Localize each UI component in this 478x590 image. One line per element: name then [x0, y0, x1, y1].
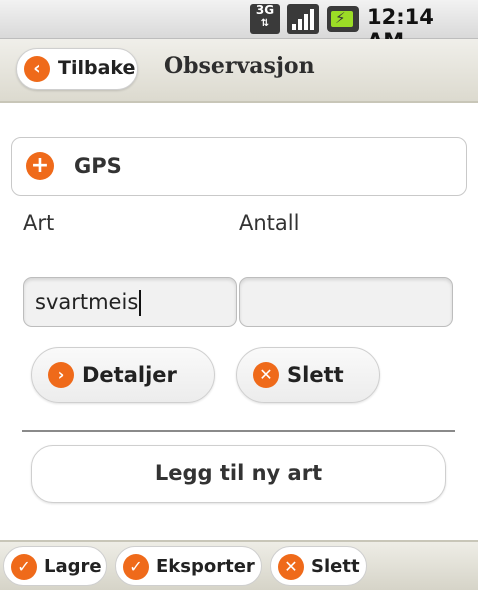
export-button-label: Eksporter [156, 556, 255, 577]
data-arrows-icon: ⇅ [260, 18, 270, 29]
gps-label: GPS [74, 154, 122, 178]
divider [22, 430, 455, 432]
count-label: Antall [239, 211, 300, 235]
chevron-right-icon: › [48, 362, 74, 388]
page-title: Observasjon [164, 53, 315, 79]
species-input-value: svartmeis [35, 290, 142, 316]
species-label: Art [23, 211, 55, 235]
add-species-label: Legg til ny art [154, 461, 323, 485]
add-species-button[interactable]: Legg til ny art [31, 445, 446, 503]
signal-strength-icon [287, 4, 319, 34]
back-button[interactable]: ‹ Tilbake [16, 48, 138, 90]
text-cursor [139, 290, 142, 316]
details-button-label: Detaljer [82, 363, 177, 387]
delete-observation-button[interactable]: ✕ Slett [270, 546, 367, 586]
bottom-action-bar: ✓ Lagre ✓ Eksporter ✕ Slett [0, 540, 478, 590]
chevron-left-icon: ‹ [24, 56, 50, 82]
delete-species-label: Slett [287, 363, 344, 387]
check-icon: ✓ [123, 554, 149, 580]
save-button[interactable]: ✓ Lagre [3, 546, 107, 586]
back-button-label: Tilbake [58, 57, 136, 79]
status-bar: 3G ⇅ ⚡ 12:14 AM [0, 0, 478, 53]
check-icon: ✓ [11, 554, 37, 580]
count-input[interactable] [239, 277, 453, 327]
close-icon: ✕ [253, 362, 279, 388]
gps-panel[interactable]: + GPS [11, 137, 467, 196]
plus-icon: + [26, 152, 54, 180]
close-icon: ✕ [278, 554, 304, 580]
species-input[interactable]: svartmeis [23, 277, 237, 327]
save-button-label: Lagre [44, 556, 102, 577]
delete-observation-label: Slett [311, 556, 360, 577]
battery-charging-icon: ⚡ [327, 6, 359, 32]
title-bar: ‹ Tilbake Observasjon [0, 39, 478, 103]
delete-species-button[interactable]: ✕ Slett [236, 347, 380, 403]
details-button[interactable]: › Detaljer [31, 347, 215, 403]
network-3g-icon: 3G ⇅ [250, 4, 280, 34]
network-type-label: 3G [255, 3, 275, 17]
export-button[interactable]: ✓ Eksporter [115, 546, 262, 586]
